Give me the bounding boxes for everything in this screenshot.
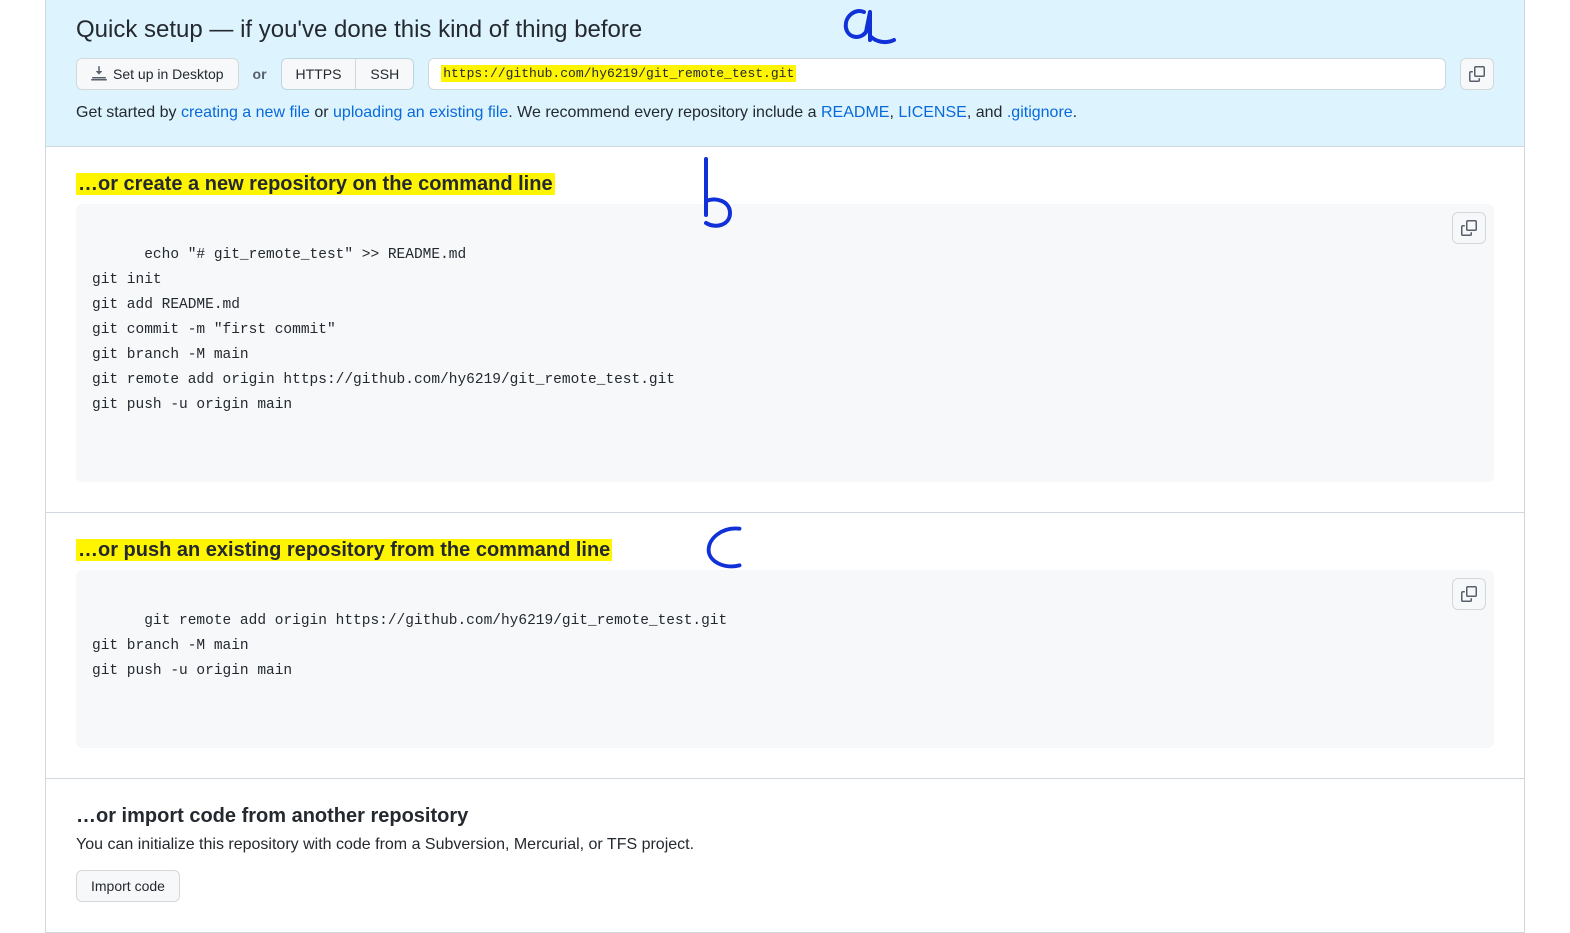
import-description: You can initialize this repository with … <box>76 836 1494 854</box>
copy-create-button[interactable] <box>1452 212 1486 244</box>
link-license[interactable]: LICENSE <box>898 104 966 121</box>
link-gitignore[interactable]: .gitignore <box>1007 104 1073 121</box>
clipboard-icon <box>1469 66 1485 82</box>
codeblock-create: echo "# git_remote_test" >> README.md gi… <box>76 204 1494 482</box>
link-create-file[interactable]: creating a new file <box>181 104 310 121</box>
intro-text: Get started by creating a new file or up… <box>76 104 1494 122</box>
desktop-download-icon <box>91 66 107 82</box>
link-readme[interactable]: README <box>821 104 889 121</box>
or-separator: or <box>253 66 267 82</box>
clipboard-icon <box>1461 586 1477 602</box>
import-code-button[interactable]: Import code <box>76 870 180 902</box>
codeblock-push: git remote add origin https://github.com… <box>76 570 1494 748</box>
section-create: …or create a new repository on the comma… <box>46 147 1524 513</box>
setup-desktop-button[interactable]: Set up in Desktop <box>76 58 239 90</box>
protocol-toggle: HTTPS SSH <box>281 58 415 90</box>
quick-setup-panel: Quick setup — if you've done this kind o… <box>46 0 1524 147</box>
clone-url-text: https://github.com/hy6219/git_remote_tes… <box>441 65 796 82</box>
page-title: Quick setup — if you've done this kind o… <box>76 16 1494 44</box>
clone-url-field[interactable]: https://github.com/hy6219/git_remote_tes… <box>428 58 1446 90</box>
link-upload-file[interactable]: uploading an existing file <box>333 104 508 121</box>
heading-create: …or create a new repository on the comma… <box>76 173 1494 196</box>
ssh-toggle[interactable]: SSH <box>355 59 413 89</box>
clipboard-icon <box>1461 220 1477 236</box>
copy-url-button[interactable] <box>1460 58 1494 90</box>
code-create: echo "# git_remote_test" >> README.md gi… <box>92 247 675 413</box>
https-toggle[interactable]: HTTPS <box>282 59 356 89</box>
code-push: git remote add origin https://github.com… <box>92 613 727 679</box>
copy-push-button[interactable] <box>1452 578 1486 610</box>
section-import: …or import code from another repository … <box>46 779 1524 932</box>
setup-desktop-label: Set up in Desktop <box>113 64 224 84</box>
section-push: …or push an existing repository from the… <box>46 513 1524 779</box>
url-row: Set up in Desktop or HTTPS SSH https://g… <box>76 58 1494 90</box>
heading-push: …or push an existing repository from the… <box>76 539 1494 562</box>
heading-import: …or import code from another repository <box>76 805 1494 828</box>
